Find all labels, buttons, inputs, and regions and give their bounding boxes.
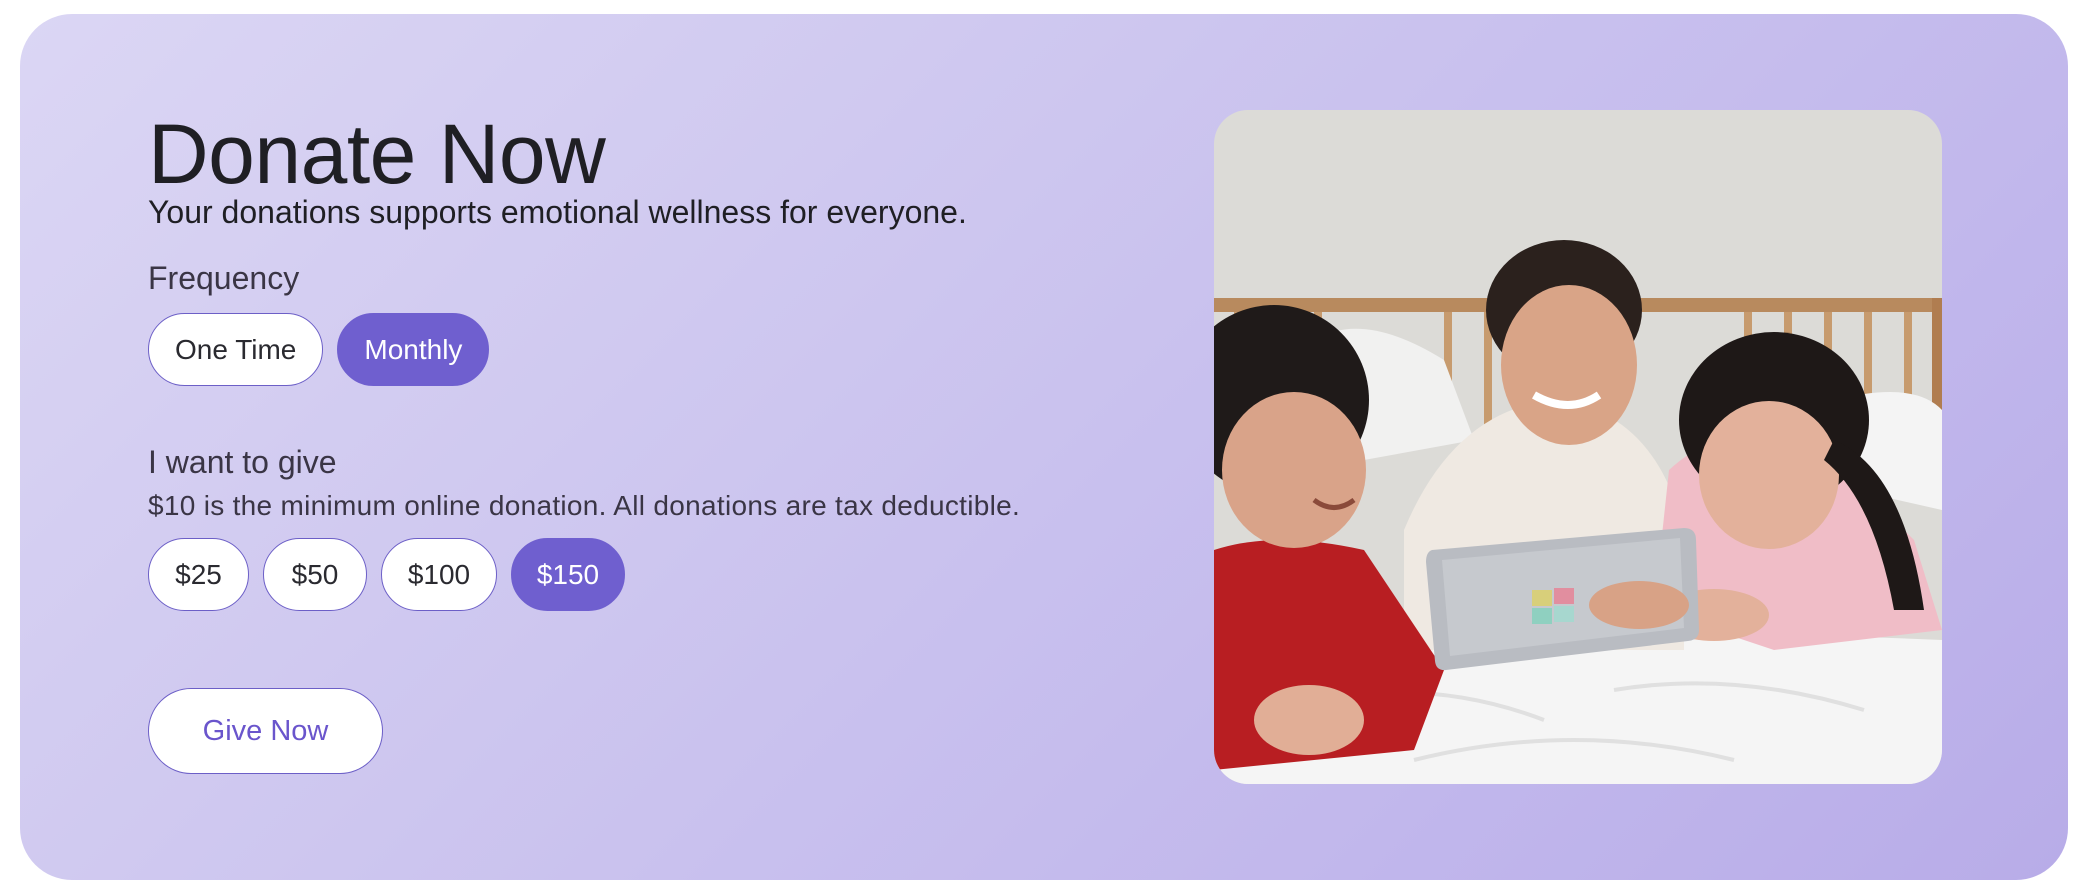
amount-options: $25 $50 $100 $150 [148,538,625,611]
give-now-button[interactable]: Give Now [148,688,383,774]
frequency-one-time-button[interactable]: One Time [148,313,324,386]
frequency-options: One Time Monthly [148,313,490,386]
amount-50-button[interactable]: $50 [263,538,367,611]
amount-150-button[interactable]: $150 [511,538,625,611]
amount-100-button[interactable]: $100 [381,538,497,611]
frequency-label: Frequency [148,260,300,296]
amount-25-button[interactable]: $25 [148,538,249,611]
family-photo [1214,110,1942,784]
page-subtitle: Your donations supports emotional wellne… [148,194,967,230]
amount-note: $10 is the minimum online donation. All … [148,490,1021,521]
donation-card: Donate Now Your donations supports emoti… [20,14,2068,880]
family-with-tablet-image [1214,110,1942,784]
amount-label: I want to give [148,444,337,480]
page-title: Donate Now [148,107,606,201]
frequency-monthly-button[interactable]: Monthly [337,313,490,386]
